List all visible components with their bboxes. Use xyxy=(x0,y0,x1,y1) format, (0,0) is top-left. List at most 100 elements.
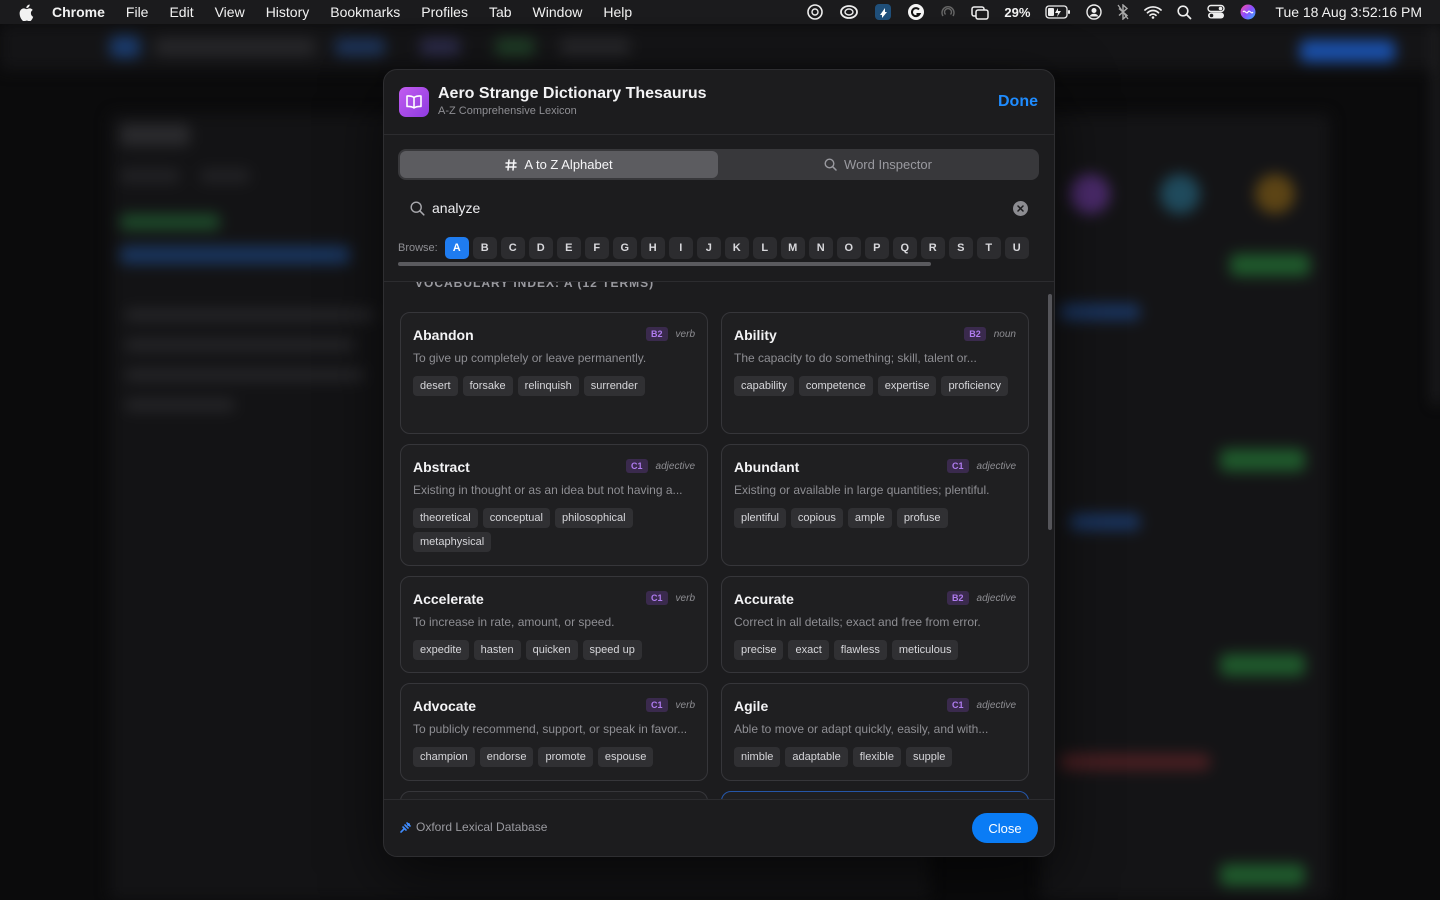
word-card-abandon[interactable]: Abandon B2 verb To give up completely or le… xyxy=(400,312,708,434)
synonym-chip[interactable]: plentiful xyxy=(734,508,786,528)
synonym-chip[interactable]: expertise xyxy=(877,376,937,396)
tab-word-inspector[interactable]: Word Inspector xyxy=(719,151,1037,178)
bluetooth-icon[interactable] xyxy=(1117,4,1129,20)
letter-button-o[interactable]: O xyxy=(836,237,861,259)
synonym-chip[interactable]: capability xyxy=(734,376,794,396)
word-card-abstract[interactable]: Abstract C1 adjective Existing in thought o… xyxy=(400,444,708,566)
airdrop-icon[interactable] xyxy=(940,4,956,20)
synonym-chip[interactable]: supple xyxy=(905,747,953,767)
done-button[interactable]: Done xyxy=(998,93,1038,111)
synonym-chip[interactable]: forsake xyxy=(462,376,513,396)
vocabulary-list[interactable]: VOCABULARY INDEX: A (12 TERMS) Abandon B2… xyxy=(384,282,1054,799)
creative-cloud-icon[interactable] xyxy=(839,3,859,21)
word-card-partial[interactable] xyxy=(400,791,708,799)
synonym-chip[interactable]: promote xyxy=(538,747,593,767)
vertical-scrollbar[interactable] xyxy=(1048,294,1052,530)
synonym-chip[interactable]: ample xyxy=(847,508,892,528)
menu-tab[interactable]: Tab xyxy=(489,4,512,20)
menubar-clock[interactable]: Tue 18 Aug 3:52:16 PM xyxy=(1275,4,1422,20)
menu-history[interactable]: History xyxy=(266,4,310,20)
chatgpt-icon[interactable] xyxy=(806,3,824,21)
synonym-chip[interactable]: adaptable xyxy=(785,747,848,767)
synonym-chip[interactable]: desert xyxy=(413,376,458,396)
synonym-chip[interactable]: theoretical xyxy=(413,508,478,528)
synonym-chip[interactable]: flexible xyxy=(852,747,901,767)
letter-button-s[interactable]: S xyxy=(948,237,973,259)
letter-button-d[interactable]: D xyxy=(528,237,553,259)
menu-bookmarks[interactable]: Bookmarks xyxy=(330,4,400,20)
letter-button-q[interactable]: Q xyxy=(892,237,917,259)
word-card-partial-selected[interactable] xyxy=(721,791,1029,799)
synonym-chip[interactable]: proficiency xyxy=(941,376,1009,396)
letter-button-h[interactable]: H xyxy=(640,237,665,259)
wifi-icon[interactable] xyxy=(1144,5,1163,19)
synonym-chip[interactable]: meticulous xyxy=(891,640,959,660)
letter-button-b[interactable]: B xyxy=(472,237,497,259)
word-card-abundant[interactable]: Abundant C1 adjective Existing or available… xyxy=(721,444,1029,566)
cefr-level-badge: C1 xyxy=(947,459,969,473)
menu-view[interactable]: View xyxy=(215,4,245,20)
menu-window[interactable]: Window xyxy=(533,4,583,20)
letter-button-j[interactable]: J xyxy=(696,237,721,259)
synonym-chip[interactable]: exact xyxy=(788,640,829,660)
horizontal-scrollbar[interactable] xyxy=(398,262,931,266)
menu-edit[interactable]: Edit xyxy=(169,4,193,20)
letter-button-a[interactable]: A xyxy=(444,237,469,259)
synonym-chip[interactable]: flawless xyxy=(833,640,887,660)
search-input[interactable] xyxy=(432,197,992,219)
search-icon xyxy=(410,201,425,216)
tab-a-to-z-alphabet[interactable]: A to Z Alphabet xyxy=(400,151,718,178)
letter-button-e[interactable]: E xyxy=(556,237,581,259)
letter-button-k[interactable]: K xyxy=(724,237,749,259)
synonym-chip[interactable]: relinquish xyxy=(517,376,579,396)
synonym-chip[interactable]: hasten xyxy=(473,640,521,660)
synonym-chip[interactable]: metaphysical xyxy=(413,532,492,552)
synonym-chip[interactable]: profuse xyxy=(896,508,948,528)
letter-button-l[interactable]: L xyxy=(752,237,777,259)
synonym-chip[interactable]: nimble xyxy=(734,747,781,767)
letter-button-n[interactable]: N xyxy=(808,237,833,259)
synonym-chip[interactable]: philosophical xyxy=(554,508,633,528)
word-card-accurate[interactable]: Accurate B2 adjective Correct in all detail… xyxy=(721,576,1029,673)
word-meta: B2 adjective xyxy=(947,591,1016,605)
synonym-chip[interactable]: precise xyxy=(734,640,784,660)
word-card-ability[interactable]: Ability B2 noun The capacity to do somethin… xyxy=(721,312,1029,434)
menu-help[interactable]: Help xyxy=(603,4,632,20)
synonym-chip[interactable]: endorse xyxy=(479,747,534,767)
user-account-icon[interactable] xyxy=(1086,4,1103,20)
synonym-chip[interactable]: copious xyxy=(790,508,843,528)
menu-profiles[interactable]: Profiles xyxy=(421,4,468,20)
letter-button-m[interactable]: M xyxy=(780,237,805,259)
synonym-chip[interactable]: competence xyxy=(798,376,873,396)
apple-icon[interactable] xyxy=(18,3,34,21)
close-button[interactable]: Close xyxy=(972,813,1038,843)
letter-button-c[interactable]: C xyxy=(500,237,525,259)
letter-button-t[interactable]: T xyxy=(976,237,1001,259)
synonym-chip[interactable]: quicken xyxy=(525,640,578,660)
synonym-chip[interactable]: champion xyxy=(413,747,475,767)
synonym-chip[interactable]: espouse xyxy=(597,747,654,767)
app-extension-icon[interactable] xyxy=(874,3,892,21)
synonym-chip[interactable]: conceptual xyxy=(482,508,550,528)
letter-button-u[interactable]: U xyxy=(1004,237,1029,259)
synonym-chip[interactable]: speed up xyxy=(582,640,642,660)
letter-button-p[interactable]: P xyxy=(864,237,889,259)
battery-icon[interactable] xyxy=(1045,5,1071,19)
spotlight-search-icon[interactable] xyxy=(1177,4,1192,20)
word-card-agile[interactable]: Agile C1 adjective Able to move or adapt qu… xyxy=(721,683,1029,781)
screen-mirror-icon[interactable] xyxy=(971,4,990,20)
clear-search-icon[interactable] xyxy=(1013,201,1028,216)
letter-button-i[interactable]: I xyxy=(668,237,693,259)
menu-app-name[interactable]: Chrome xyxy=(52,4,105,20)
siri-icon[interactable] xyxy=(1240,4,1256,20)
letter-button-r[interactable]: R xyxy=(920,237,945,259)
synonym-chip[interactable]: expedite xyxy=(413,640,469,660)
synonym-chip[interactable]: surrender xyxy=(583,376,645,396)
word-card-advocate[interactable]: Advocate C1 verb To publicly recommend, sup… xyxy=(400,683,708,781)
letter-button-f[interactable]: F xyxy=(584,237,609,259)
control-center-icon[interactable] xyxy=(1207,4,1226,20)
letter-button-g[interactable]: G xyxy=(612,237,637,259)
grammarly-icon[interactable] xyxy=(907,3,925,21)
menu-file[interactable]: File xyxy=(126,4,149,20)
word-card-accelerate[interactable]: Accelerate C1 verb To increase in rate, amo… xyxy=(400,576,708,673)
